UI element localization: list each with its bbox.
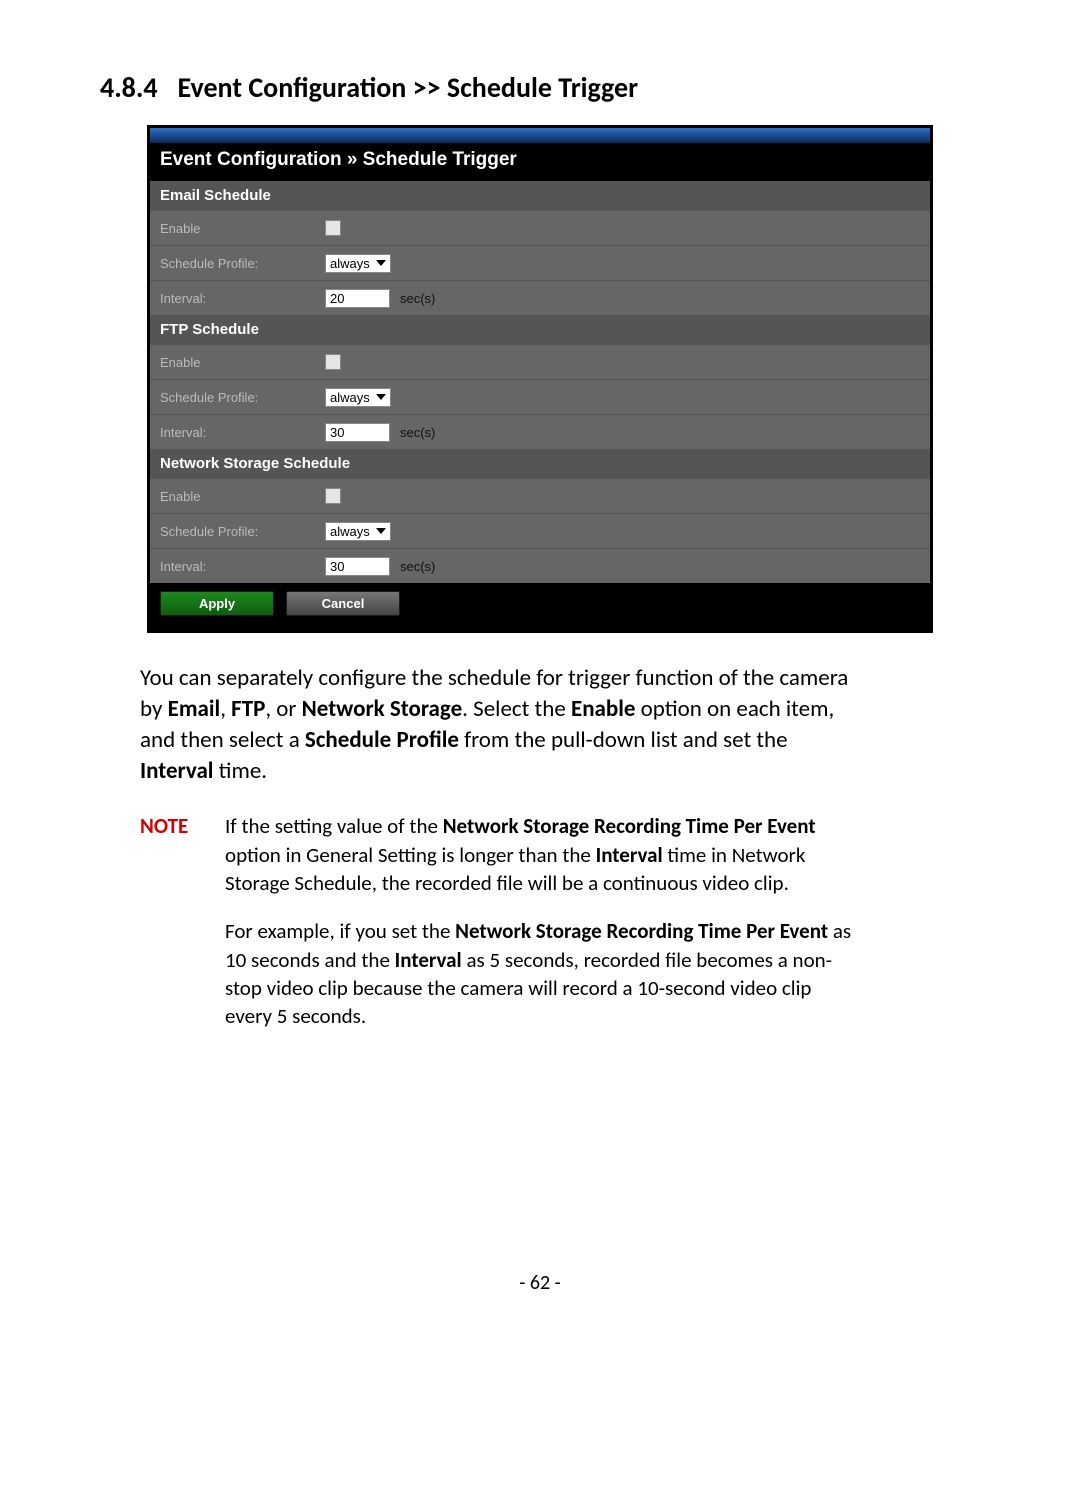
label-enable: Enable xyxy=(150,489,325,504)
ftp-enable-row: Enable xyxy=(150,344,930,379)
chevron-down-icon xyxy=(376,526,386,536)
ns-enable-row: Enable xyxy=(150,478,930,513)
ftp-interval-input[interactable]: 30 xyxy=(325,423,390,442)
unit-secs: sec(s) xyxy=(400,425,435,440)
label-interval: Interval: xyxy=(150,559,325,574)
ftp-enable-checkbox[interactable] xyxy=(325,354,341,370)
page-number: - 62 - xyxy=(100,1271,980,1295)
unit-secs: sec(s) xyxy=(400,559,435,574)
window-titlebar xyxy=(150,128,930,143)
ns-profile-row: Schedule Profile: always xyxy=(150,513,930,548)
label-schedule-profile: Schedule Profile: xyxy=(150,256,325,271)
email-profile-row: Schedule Profile: always xyxy=(150,245,930,280)
ns-interval-input[interactable]: 30 xyxy=(325,557,390,576)
note-block: NOTE If the setting value of the Network… xyxy=(140,812,860,1050)
ns-profile-value: always xyxy=(330,524,370,539)
section-number: 4.8.4 xyxy=(100,70,158,105)
email-enable-checkbox[interactable] xyxy=(325,220,341,236)
ns-enable-checkbox[interactable] xyxy=(325,488,341,504)
email-enable-row: Enable xyxy=(150,210,930,245)
ns-interval-row: Interval: 30 sec(s) xyxy=(150,548,930,583)
label-interval: Interval: xyxy=(150,291,325,306)
ftp-profile-select[interactable]: always xyxy=(325,388,391,407)
note-label: NOTE xyxy=(140,812,225,1050)
email-interval-row: Interval: 20 sec(s) xyxy=(150,280,930,315)
email-interval-input[interactable]: 20 xyxy=(325,289,390,308)
config-screenshot: Event Configuration » Schedule Trigger E… xyxy=(147,125,933,633)
chevron-down-icon xyxy=(376,258,386,268)
ns-schedule-header: Network Storage Schedule xyxy=(150,449,930,478)
label-interval: Interval: xyxy=(150,425,325,440)
label-enable: Enable xyxy=(150,355,325,370)
cancel-button[interactable]: Cancel xyxy=(286,591,400,616)
email-profile-value: always xyxy=(330,256,370,271)
section-heading: 4.8.4 Event Configuration >> Schedule Tri… xyxy=(100,70,980,105)
section-title-text: Event Configuration >> Schedule Trigger xyxy=(178,70,639,105)
label-enable: Enable xyxy=(150,221,325,236)
apply-button[interactable]: Apply xyxy=(160,591,274,616)
label-schedule-profile: Schedule Profile: xyxy=(150,390,325,405)
ftp-schedule-header: FTP Schedule xyxy=(150,315,930,344)
label-schedule-profile: Schedule Profile: xyxy=(150,524,325,539)
email-profile-select[interactable]: always xyxy=(325,254,391,273)
ftp-interval-row: Interval: 30 sec(s) xyxy=(150,414,930,449)
description-paragraph: You can separately configure the schedul… xyxy=(140,663,860,787)
breadcrumb: Event Configuration » Schedule Trigger xyxy=(150,143,930,181)
note-body: If the setting value of the Network Stor… xyxy=(225,812,860,1050)
ftp-profile-value: always xyxy=(330,390,370,405)
ftp-profile-row: Schedule Profile: always xyxy=(150,379,930,414)
button-bar: Apply Cancel xyxy=(150,583,930,630)
email-schedule-header: Email Schedule xyxy=(150,181,930,210)
unit-secs: sec(s) xyxy=(400,291,435,306)
ns-profile-select[interactable]: always xyxy=(325,522,391,541)
chevron-down-icon xyxy=(376,392,386,402)
